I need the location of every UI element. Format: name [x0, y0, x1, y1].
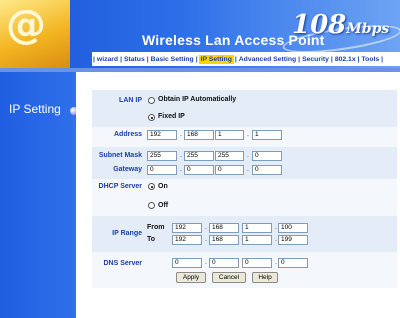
dns-octet-1[interactable]: 0 — [172, 258, 202, 268]
nav-wizard[interactable]: wizard — [96, 56, 119, 63]
option-dhcp-on: On — [158, 183, 168, 190]
subnet-octet-2[interactable]: 255 — [184, 151, 214, 161]
address-octet-1[interactable]: 192 — [147, 130, 177, 140]
gateway-octet-3[interactable]: 0 — [215, 165, 244, 175]
dhcp-server-label: DHCP Server — [98, 183, 142, 190]
range-from-octet-2[interactable]: 168 — [209, 223, 239, 233]
radio-dhcp-on[interactable] — [148, 183, 155, 190]
nav-tools[interactable]: Tools — [361, 56, 381, 63]
header-banner: @ Wireless Lan Access Point 108Mbps | wi… — [0, 0, 400, 68]
sidebar-title: IP Setting — [9, 102, 61, 116]
logo: @ — [0, 0, 70, 68]
nav-advanced-setting[interactable]: Advanced Setting — [238, 56, 297, 63]
nav-status[interactable]: Status — [123, 56, 146, 63]
nav-ip-setting[interactable]: IP Setting — [198, 54, 234, 64]
lan-ip-label: LAN IP — [119, 97, 142, 104]
speed-value: 108 — [292, 10, 347, 40]
range-from-octet-3[interactable]: 1 — [242, 223, 272, 233]
range-to-octet-3[interactable]: 1 — [242, 235, 272, 245]
dns-server-label: DNS Server — [103, 260, 142, 267]
dns-octet-4[interactable]: 0 — [278, 258, 308, 268]
cancel-button[interactable]: Cancel — [212, 272, 246, 283]
help-button[interactable]: Help — [252, 272, 278, 283]
radio-obtain-ip-auto[interactable] — [148, 97, 155, 104]
gateway-octet-1[interactable]: 0 — [147, 165, 177, 175]
nav-basic-setting[interactable]: Basic Setting — [150, 56, 195, 63]
radio-dhcp-off[interactable] — [148, 202, 155, 209]
range-to-octet-4[interactable]: 199 — [278, 235, 308, 245]
top-nav: | wizard | Status | Basic Setting | IP S… — [92, 52, 400, 66]
speed-logo: 108Mbps — [292, 10, 389, 40]
address-octet-2[interactable]: 168 — [184, 130, 214, 140]
range-from-octet-1[interactable]: 192 — [172, 223, 202, 233]
ip-range-label: IP Range — [112, 230, 142, 237]
range-to-octet-1[interactable]: 192 — [172, 235, 202, 245]
address-octet-4[interactable]: 1 — [252, 130, 282, 140]
gateway-octet-2[interactable]: 0 — [184, 165, 214, 175]
subnet-mask-label: Subnet Mask — [98, 152, 142, 159]
sidebar: IP Setting — [0, 72, 78, 318]
nav-8021x[interactable]: 802.1x — [334, 56, 357, 63]
subnet-octet-4[interactable]: 0 — [252, 151, 282, 161]
gateway-octet-4[interactable]: 0 — [252, 165, 282, 175]
apply-button[interactable]: Apply — [176, 272, 206, 283]
range-to-octet-2[interactable]: 168 — [209, 235, 239, 245]
gateway-label: Gateway — [113, 166, 142, 173]
range-from-octet-4[interactable]: 100 — [278, 223, 308, 233]
address-octet-3[interactable]: 1 — [215, 130, 244, 140]
logo-at-icon: @ — [6, 2, 46, 48]
subnet-octet-1[interactable]: 255 — [147, 151, 177, 161]
dns-octet-2[interactable]: 0 — [209, 258, 239, 268]
option-obtain-ip-auto: Obtain IP Automatically — [158, 96, 237, 103]
ip-range-from-label: From — [147, 224, 165, 231]
ip-range-to-label: To — [147, 236, 156, 243]
subnet-octet-3[interactable]: 255 — [215, 151, 244, 161]
dns-octet-3[interactable]: 0 — [242, 258, 272, 268]
option-dhcp-off: Off — [158, 202, 169, 209]
speed-unit: Mbps — [346, 21, 390, 37]
lan-ip-row — [92, 90, 397, 127]
option-fixed-ip: Fixed IP — [158, 113, 185, 120]
radio-fixed-ip[interactable] — [148, 114, 155, 121]
address-label: Address — [113, 131, 142, 138]
nav-security[interactable]: Security — [301, 56, 330, 63]
